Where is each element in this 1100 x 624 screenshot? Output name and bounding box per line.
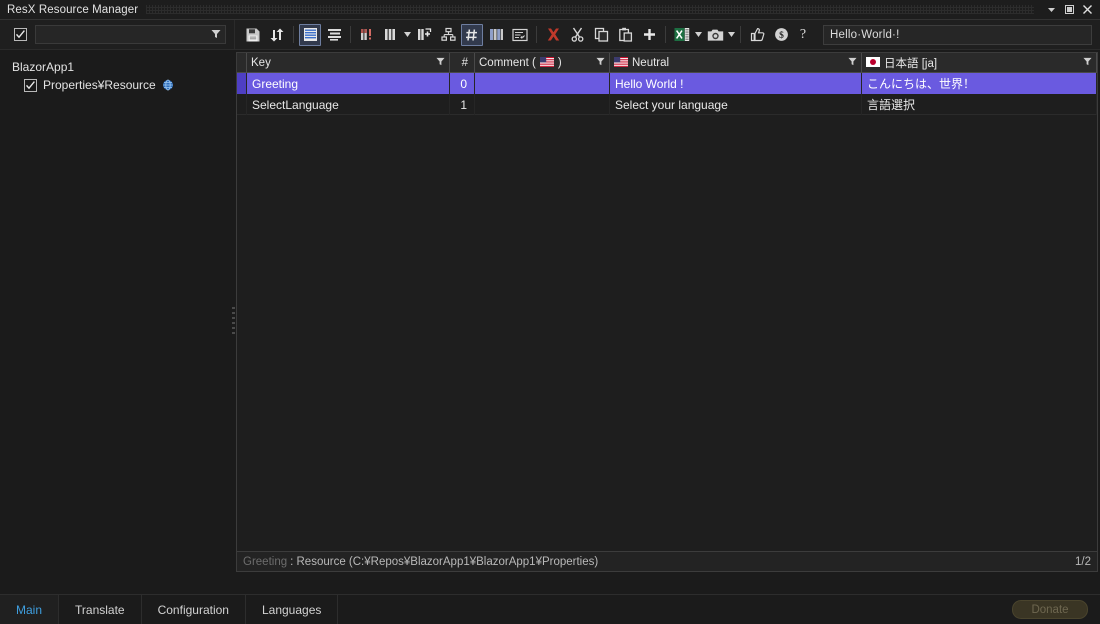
toggle-index-column-button[interactable] bbox=[461, 24, 483, 46]
tab-translate[interactable]: Translate bbox=[59, 595, 142, 624]
sidebar-item-label: Properties¥Resource bbox=[43, 78, 156, 92]
grid-header-neutral-label: Neutral bbox=[632, 57, 669, 69]
jp-flag-icon bbox=[866, 57, 880, 69]
table-row[interactable]: SelectLanguage 1 Select your language 言語… bbox=[237, 94, 1097, 115]
reload-button[interactable] bbox=[266, 24, 288, 46]
toolbar-button-group: $ ? bbox=[235, 20, 813, 50]
dollar-circle-button[interactable]: $ bbox=[770, 24, 792, 46]
tab-main[interactable]: Main bbox=[0, 595, 59, 624]
status-resource-path: : Resource (C:¥Repos¥BlazorApp1¥BlazorAp… bbox=[290, 556, 598, 568]
paste-button[interactable] bbox=[614, 24, 636, 46]
toolbar-separator bbox=[536, 26, 537, 43]
us-flag-icon bbox=[540, 57, 554, 69]
grid-header-japanese[interactable]: 日本語 [ja] bbox=[862, 53, 1097, 72]
language-globe-icon bbox=[162, 79, 174, 91]
status-pager: 1/2 bbox=[1075, 556, 1091, 568]
toolbar-separator bbox=[350, 26, 351, 43]
title-bar-drag-area[interactable] bbox=[146, 5, 1034, 14]
cut-button[interactable] bbox=[566, 24, 588, 46]
cell-key[interactable]: Greeting bbox=[247, 73, 450, 94]
grid-header-neutral[interactable]: Neutral bbox=[610, 53, 862, 72]
thumbs-up-button[interactable] bbox=[746, 24, 768, 46]
filter-icon[interactable] bbox=[848, 57, 857, 69]
filter-icon[interactable] bbox=[1083, 57, 1092, 69]
cell-comment[interactable] bbox=[475, 94, 610, 115]
filter-icon[interactable] bbox=[211, 26, 221, 44]
export-excel-button[interactable] bbox=[671, 24, 693, 46]
grid-header-row: Key # Comment ( ) bbox=[237, 53, 1097, 73]
grid-header-comment-label: Comment ( bbox=[479, 57, 536, 69]
cell-japanese[interactable]: こんにちは、世界！ bbox=[862, 73, 1097, 94]
chevron-down-icon[interactable] bbox=[694, 24, 703, 46]
group-by-rows-button[interactable] bbox=[299, 24, 321, 46]
toolbar-separator bbox=[293, 26, 294, 43]
resource-checkbox[interactable] bbox=[24, 79, 37, 92]
tab-languages[interactable]: Languages bbox=[246, 595, 338, 624]
cell-comment[interactable] bbox=[475, 73, 610, 94]
table-row[interactable]: Greeting 0 Hello World ! こんにちは、世界！ bbox=[237, 73, 1097, 94]
snapshot-button[interactable] bbox=[704, 24, 726, 46]
selected-value-textbox[interactable]: Hello·World·! bbox=[823, 25, 1092, 45]
help-button[interactable]: ? bbox=[793, 27, 813, 43]
grid-body: Greeting 0 Hello World ! こんにちは、世界！ Selec… bbox=[237, 73, 1097, 551]
chevron-down-icon[interactable] bbox=[403, 24, 412, 46]
add-column-button[interactable] bbox=[413, 24, 435, 46]
copy-button[interactable] bbox=[590, 24, 612, 46]
sidebar-item-properties-resource[interactable]: Properties¥Resource bbox=[8, 78, 231, 92]
resource-tree-panel: BlazorApp1 Properties¥Resource bbox=[0, 50, 231, 594]
filter-icon[interactable] bbox=[436, 57, 445, 69]
sidebar-search-box[interactable] bbox=[35, 25, 226, 44]
resource-grid: Key # Comment ( ) bbox=[236, 52, 1098, 572]
save-button[interactable] bbox=[242, 24, 264, 46]
window-title: ResX Resource Manager bbox=[0, 4, 138, 16]
row-selector[interactable] bbox=[237, 94, 247, 115]
grid-header-index[interactable]: # bbox=[450, 53, 475, 72]
flatten-view-button[interactable] bbox=[323, 24, 345, 46]
cell-neutral[interactable]: Select your language bbox=[610, 94, 862, 115]
chevron-down-icon[interactable] bbox=[727, 24, 736, 46]
maximize-button[interactable] bbox=[1060, 1, 1078, 19]
cell-neutral[interactable]: Hello World ! bbox=[610, 73, 862, 94]
tree-root-project[interactable]: BlazorApp1 bbox=[8, 58, 231, 78]
toolbar-separator bbox=[665, 26, 666, 43]
grid-header-comment-suffix: ) bbox=[558, 57, 562, 69]
cell-index[interactable]: 0 bbox=[450, 73, 475, 94]
minimize-button[interactable] bbox=[1042, 1, 1060, 19]
sidebar-filter-bar bbox=[0, 20, 235, 50]
close-button[interactable] bbox=[1078, 1, 1096, 19]
grid-header-key-label: Key bbox=[251, 57, 271, 69]
cell-japanese[interactable]: 言語選択 bbox=[862, 94, 1097, 115]
grid-header-comment[interactable]: Comment ( ) bbox=[475, 53, 610, 72]
cell-index[interactable]: 1 bbox=[450, 94, 475, 115]
us-flag-icon bbox=[614, 57, 628, 69]
toolbar: $ ? Hello·World·! bbox=[0, 20, 1100, 50]
grid-header-corner bbox=[237, 53, 247, 72]
toolbar-separator bbox=[740, 26, 741, 43]
grid-header-key[interactable]: Key bbox=[247, 53, 450, 72]
delete-button[interactable] bbox=[542, 24, 564, 46]
filter-icon[interactable] bbox=[596, 57, 605, 69]
cell-key[interactable]: SelectLanguage bbox=[247, 94, 450, 115]
show-invariant-button[interactable] bbox=[356, 24, 378, 46]
add-entry-button[interactable] bbox=[638, 24, 660, 46]
column-chooser-button[interactable] bbox=[380, 24, 402, 46]
svg-text:$: $ bbox=[779, 30, 784, 41]
title-bar: ResX Resource Manager bbox=[0, 0, 1100, 20]
row-selector[interactable] bbox=[237, 73, 247, 94]
donate-button[interactable]: Donate bbox=[1012, 600, 1088, 619]
search-input[interactable] bbox=[42, 29, 211, 41]
bottom-tab-bar: Main Translate Configuration Languages D… bbox=[0, 594, 1100, 624]
toggle-color-columns-button[interactable] bbox=[485, 24, 507, 46]
grid-header-japanese-label: 日本語 [ja] bbox=[884, 55, 937, 71]
hierarchy-icon-button[interactable] bbox=[437, 24, 459, 46]
toggle-comments-button[interactable] bbox=[509, 24, 531, 46]
splitter-grip[interactable] bbox=[232, 307, 235, 337]
grid-header-index-label: # bbox=[462, 57, 468, 69]
select-all-resources-checkbox[interactable] bbox=[14, 28, 27, 41]
tab-configuration[interactable]: Configuration bbox=[142, 595, 246, 624]
grid-status-bar: Greeting : Resource (C:¥Repos¥BlazorApp1… bbox=[237, 551, 1097, 571]
status-selected-key: Greeting bbox=[243, 556, 287, 568]
